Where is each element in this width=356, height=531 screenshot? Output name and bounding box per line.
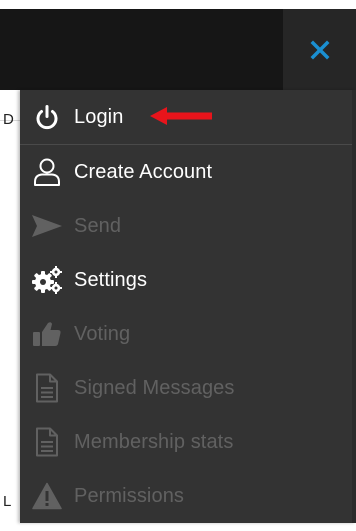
page: D L Login Create Account Send Settings V…	[0, 0, 356, 531]
background-partial-text: L	[3, 493, 12, 510]
menu-item-label: Permissions	[74, 484, 185, 507]
dropdown-menu: Login Create Account Send Settings Votin…	[20, 90, 356, 523]
menu-item-permissions[interactable]: Permissions	[20, 469, 356, 523]
close-menu-button[interactable]	[283, 9, 356, 90]
menu-item-label: Voting	[74, 322, 131, 345]
background-partial-text: D	[3, 111, 14, 128]
red-arrow-annotation	[150, 107, 212, 125]
menu-item-label: Settings	[74, 268, 148, 291]
menu-item-label: Create Account	[74, 160, 213, 183]
power-icon	[30, 100, 64, 134]
menu-item-send[interactable]: Send	[20, 199, 356, 253]
menu-item-login[interactable]: Login	[20, 90, 356, 144]
send-icon	[30, 209, 64, 243]
menu-item-label: Membership stats	[74, 430, 234, 453]
menu-item-signed-messages[interactable]: Signed Messages	[20, 361, 356, 415]
warning-icon	[30, 479, 64, 513]
close-icon	[310, 40, 329, 59]
document-icon	[30, 425, 64, 459]
menu-item-label: Login	[74, 105, 124, 128]
menu-item-settings[interactable]: Settings	[20, 253, 356, 307]
menu-item-label: Signed Messages	[74, 376, 235, 399]
top-bar	[0, 9, 356, 90]
background-page-edge: D L	[0, 90, 20, 531]
menu-item-voting[interactable]: Voting	[20, 307, 356, 361]
thumbs-up-icon	[30, 317, 64, 351]
gears-icon	[30, 263, 64, 297]
user-icon	[30, 155, 64, 189]
menu-item-membership-stats[interactable]: Membership stats	[20, 415, 356, 469]
menu-scrollbar[interactable]	[352, 90, 356, 523]
menu-item-label: Send	[74, 214, 122, 237]
document-icon	[30, 371, 64, 405]
menu-item-create-account[interactable]: Create Account	[20, 145, 356, 199]
